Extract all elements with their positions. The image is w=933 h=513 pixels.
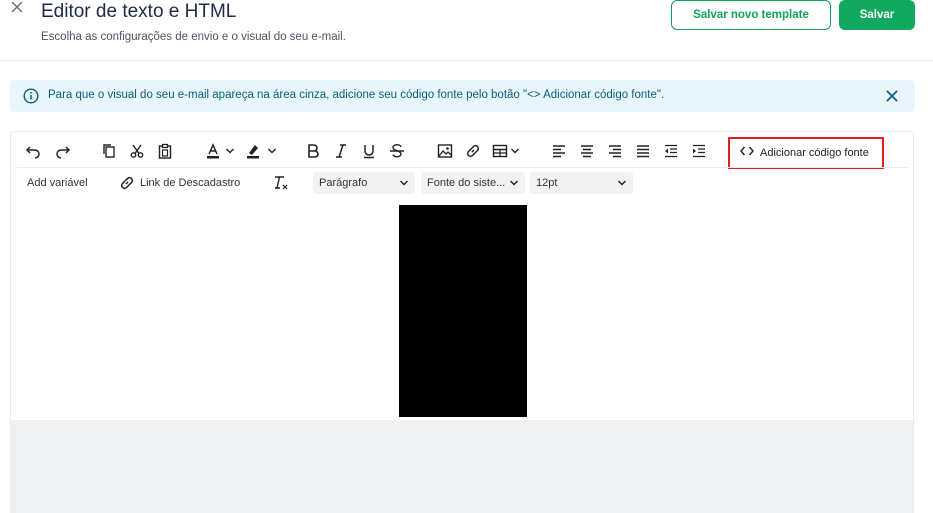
table-icon[interactable]	[490, 141, 510, 161]
content-image-block[interactable]	[399, 205, 527, 417]
font-size-value: 12pt	[536, 177, 558, 189]
undo-icon[interactable]	[23, 141, 43, 161]
copy-icon[interactable]	[99, 141, 119, 161]
email-preview-area	[11, 420, 913, 513]
unsubscribe-link-icon[interactable]	[117, 173, 137, 193]
close-alert-icon[interactable]	[884, 88, 900, 104]
block-format-select[interactable]: Parágrafo	[313, 172, 415, 194]
outdent-icon[interactable]	[661, 141, 681, 161]
redo-icon[interactable]	[53, 141, 73, 161]
align-right-icon[interactable]	[605, 141, 625, 161]
font-family-value: Fonte do siste...	[427, 177, 506, 189]
bold-icon[interactable]	[303, 141, 323, 161]
add-source-code-label: Adicionar código fonte	[760, 147, 869, 159]
font-family-chevron-down-icon	[509, 178, 519, 191]
highlight-color-icon[interactable]	[243, 141, 263, 161]
close-icon[interactable]	[10, 0, 28, 20]
toolbar-row-secondary: Add variável Link de Descadastro Parágra…	[11, 169, 913, 201]
toolbar-row-primary: Adicionar código fonte	[11, 132, 913, 169]
font-size-chevron-down-icon	[617, 178, 627, 191]
text-color-icon[interactable]	[203, 141, 223, 161]
link-icon[interactable]	[463, 141, 483, 161]
paste-icon[interactable]	[155, 141, 175, 161]
strikethrough-icon[interactable]	[387, 141, 407, 161]
save-new-template-button[interactable]: Salvar novo template	[671, 0, 831, 30]
indent-icon[interactable]	[689, 141, 709, 161]
toolbar-divider	[17, 167, 909, 168]
unsubscribe-link-button[interactable]: Link de Descadastro	[140, 177, 240, 189]
font-family-select[interactable]: Fonte do siste...	[421, 172, 525, 194]
add-source-code-button[interactable]: Adicionar código fonte	[728, 137, 884, 169]
page-title: Editor de texto e HTML	[41, 1, 237, 22]
image-icon[interactable]	[435, 141, 455, 161]
text-color-chevron-down-icon[interactable]	[223, 141, 237, 161]
add-variable-button[interactable]: Add variável	[27, 177, 88, 189]
page-header: Editor de texto e HTML Escolha as config…	[0, 0, 933, 61]
highlight-chevron-down-icon[interactable]	[265, 141, 279, 161]
block-format-chevron-down-icon	[399, 178, 409, 191]
rich-text-editor: Adicionar código fonte Add variável Link…	[10, 131, 914, 513]
italic-icon[interactable]	[331, 141, 351, 161]
block-format-value: Parágrafo	[319, 177, 368, 189]
alert-message: Para que o visual do seu e-mail apareça …	[48, 89, 665, 101]
clear-formatting-icon[interactable]	[271, 173, 291, 193]
page-subtitle: Escolha as configurações de envio e o vi…	[41, 31, 346, 43]
align-justify-icon[interactable]	[633, 141, 653, 161]
info-alert: Para que o visual do seu e-mail apareça …	[10, 80, 915, 112]
align-center-icon[interactable]	[577, 141, 597, 161]
align-left-icon[interactable]	[549, 141, 569, 161]
info-icon	[23, 88, 39, 104]
underline-icon[interactable]	[359, 141, 379, 161]
table-chevron-down-icon[interactable]	[508, 141, 522, 161]
editor-content-area[interactable]	[11, 201, 913, 420]
font-size-select[interactable]: 12pt	[530, 172, 633, 194]
code-brackets-icon	[740, 144, 754, 162]
cut-icon[interactable]	[127, 141, 147, 161]
save-button[interactable]: Salvar	[839, 0, 915, 30]
